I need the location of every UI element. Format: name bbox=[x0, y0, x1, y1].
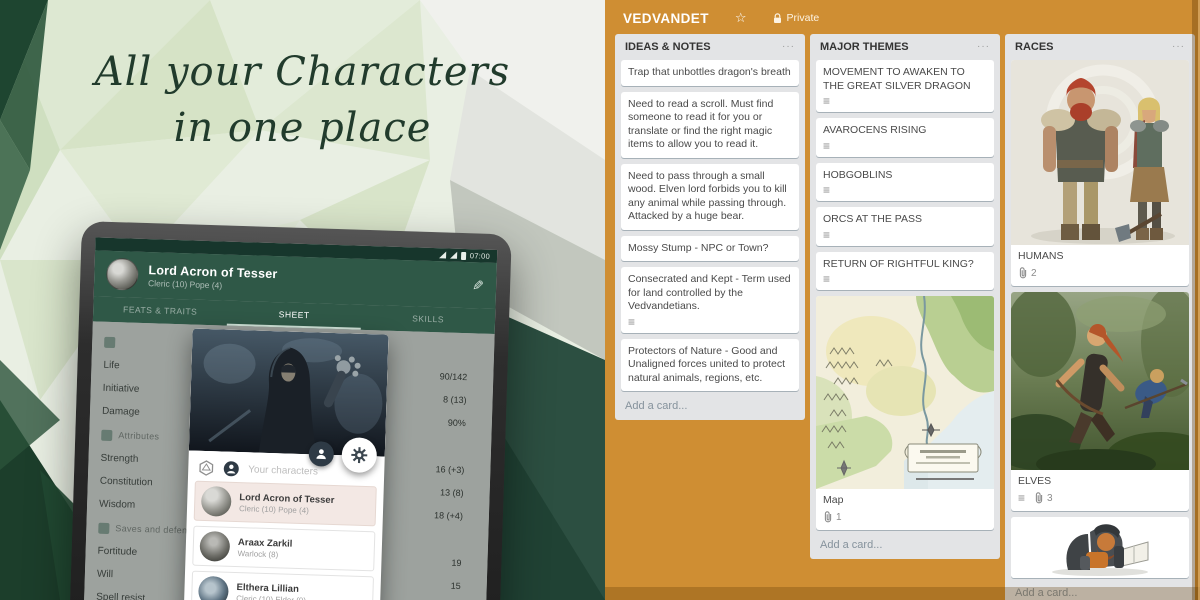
human-warriors-image bbox=[1011, 60, 1189, 245]
profile-icon[interactable] bbox=[223, 461, 239, 477]
description-icon: ≡ bbox=[823, 96, 830, 106]
add-card-button[interactable]: Add a card... bbox=[621, 397, 799, 412]
avatar bbox=[199, 531, 230, 562]
headline-line2: in one place bbox=[0, 100, 605, 156]
ruler-icon bbox=[101, 429, 112, 440]
card-title: HUMANS bbox=[1018, 250, 1182, 264]
list-major-themes: MAJOR THEMES ··· MOVEMENT TO AWAKEN TO T… bbox=[810, 34, 1000, 559]
list-races: RACES ··· bbox=[1005, 34, 1195, 600]
card[interactable]: Consecrated and Kept - Term used for lan… bbox=[621, 267, 799, 333]
elf-rangers-image bbox=[1011, 292, 1189, 470]
description-icon: ≡ bbox=[823, 141, 830, 151]
description-icon: ≡ bbox=[628, 317, 635, 327]
shield-icon bbox=[98, 522, 109, 533]
add-card-button[interactable]: Add a card... bbox=[816, 536, 994, 551]
trello-board: VEDVANDET ☆ Private IDEAS & NOTES ··· Tr… bbox=[605, 0, 1200, 600]
list-ideas-and-notes: IDEAS & NOTES ··· Trap that unbottles dr… bbox=[615, 34, 805, 420]
fab-buttons bbox=[308, 436, 377, 473]
fantasy-map-image bbox=[816, 296, 994, 489]
visibility-label: Private bbox=[787, 12, 820, 24]
card-title: ELVES bbox=[1018, 475, 1182, 489]
section-icon bbox=[104, 336, 115, 347]
visibility-control[interactable]: Private bbox=[773, 12, 820, 24]
card[interactable]: Mossy Stump - NPC or Town? bbox=[621, 236, 799, 262]
person-fab-button[interactable] bbox=[308, 441, 334, 467]
clock-text: 07:00 bbox=[470, 251, 491, 261]
description-icon: ≡ bbox=[823, 230, 830, 240]
promo-panel: All your Characters in one place 07:00 L… bbox=[0, 0, 605, 600]
card[interactable]: Need to pass through a small wood. Elven… bbox=[621, 164, 799, 230]
settings-fab-button[interactable] bbox=[341, 437, 377, 473]
board-edge-shade bbox=[1192, 0, 1200, 600]
card[interactable]: AVAROCENS RISING ≡ bbox=[816, 118, 994, 157]
list-menu-icon[interactable]: ··· bbox=[1172, 44, 1185, 50]
wifi-icon bbox=[439, 251, 446, 258]
list-title: IDEAS & NOTES bbox=[625, 41, 711, 53]
characters-dialog: Your characters Lord Acron of TesserCler… bbox=[182, 329, 388, 600]
paperclip-icon bbox=[1018, 267, 1028, 279]
card[interactable]: Need to read a scroll. Must find someone… bbox=[621, 92, 799, 158]
paperclip-icon bbox=[1034, 492, 1044, 504]
card-title: Mossy Stump - NPC or Town? bbox=[628, 242, 768, 254]
card-title: RETURN OF RIGHTFUL KING? bbox=[823, 258, 987, 272]
battery-icon bbox=[461, 251, 466, 259]
card-title: Consecrated and Kept - Term used for lan… bbox=[628, 273, 792, 314]
list-title: MAJOR THEMES bbox=[820, 41, 909, 53]
description-icon: ≡ bbox=[1018, 493, 1025, 503]
board-bottom-shade bbox=[605, 587, 1200, 600]
attachment-count: 2 bbox=[1031, 267, 1037, 281]
card-title: MOVEMENT TO AWAKEN TO THE GREAT SILVER D… bbox=[823, 66, 987, 93]
attachment-count: 1 bbox=[836, 511, 842, 525]
card-title: Map bbox=[823, 494, 987, 508]
card-title: Need to pass through a small wood. Elven… bbox=[628, 170, 787, 223]
card-title: ORCS AT THE PASS bbox=[823, 213, 987, 227]
list-title: RACES bbox=[1015, 41, 1054, 53]
avatar bbox=[198, 576, 229, 600]
attachment-badge: 2 bbox=[1018, 267, 1037, 281]
character-list-item[interactable]: Araax ZarkilWarlock (8) bbox=[192, 526, 375, 572]
card[interactable]: ORCS AT THE PASS ≡ bbox=[816, 207, 994, 246]
star-icon[interactable]: ☆ bbox=[735, 10, 747, 26]
tablet-mockup: 07:00 Lord Acron of Tesser Cleric (10) P… bbox=[69, 221, 512, 600]
card-title: Protectors of Nature - Good and Unaligne… bbox=[628, 345, 785, 384]
card[interactable]: RETURN OF RIGHTFUL KING? ≡ bbox=[816, 252, 994, 291]
attachment-count: 3 bbox=[1047, 492, 1053, 506]
card-map[interactable]: Map 1 bbox=[816, 296, 994, 530]
card-humans[interactable]: HUMANS 2 bbox=[1011, 60, 1189, 286]
card[interactable]: Protectors of Nature - Good and Unaligne… bbox=[621, 339, 799, 392]
character-list-item[interactable]: Lord Acron of TesserCleric (10) Pope (4) bbox=[194, 481, 377, 527]
board-header: VEDVANDET ☆ Private bbox=[615, 6, 1200, 30]
edit-pencil-icon[interactable]: ✎ bbox=[472, 277, 484, 294]
card-title: HOBGOBLINS bbox=[823, 169, 987, 183]
character-list: Lord Acron of TesserCleric (10) Pope (4)… bbox=[181, 480, 384, 600]
board-lists: IDEAS & NOTES ··· Trap that unbottles dr… bbox=[615, 34, 1200, 600]
paperclip-icon bbox=[823, 511, 833, 523]
headline-line1: All your Characters bbox=[0, 44, 605, 100]
dwarf-figure-image bbox=[1040, 520, 1160, 576]
avatar bbox=[201, 486, 232, 517]
character-avatar[interactable] bbox=[106, 258, 139, 291]
attachment-badge: 1 bbox=[823, 511, 842, 525]
character-list-item[interactable]: Elthera LillianCleric (10) Elder (9) bbox=[191, 571, 374, 600]
list-menu-icon[interactable]: ··· bbox=[782, 44, 795, 50]
card[interactable]: HOBGOBLINS ≡ bbox=[816, 163, 994, 202]
card-title: Trap that unbottles dragon's breath bbox=[628, 66, 791, 78]
attachment-badge: 3 bbox=[1034, 492, 1053, 506]
signal-icon bbox=[450, 252, 457, 259]
card[interactable]: MOVEMENT TO AWAKEN TO THE GREAT SILVER D… bbox=[816, 60, 994, 112]
lock-icon bbox=[773, 13, 782, 24]
card-elves[interactable]: ELVES ≡ 3 bbox=[1011, 292, 1189, 511]
tablet-screen: 07:00 Lord Acron of Tesser Cleric (10) P… bbox=[83, 237, 497, 600]
promo-headline: All your Characters in one place bbox=[0, 44, 605, 156]
d20-die-icon[interactable] bbox=[198, 460, 214, 476]
card-dwarf[interactable] bbox=[1011, 517, 1189, 578]
card-title: Need to read a scroll. Must find someone… bbox=[628, 98, 773, 151]
list-menu-icon[interactable]: ··· bbox=[977, 44, 990, 50]
description-icon: ≡ bbox=[823, 185, 830, 195]
board-title[interactable]: VEDVANDET bbox=[623, 11, 709, 26]
screenshot-root: All your Characters in one place 07:00 L… bbox=[0, 0, 1200, 600]
description-icon: ≡ bbox=[823, 274, 830, 284]
card[interactable]: Trap that unbottles dragon's breath bbox=[621, 60, 799, 86]
card-title: AVAROCENS RISING bbox=[823, 124, 987, 138]
